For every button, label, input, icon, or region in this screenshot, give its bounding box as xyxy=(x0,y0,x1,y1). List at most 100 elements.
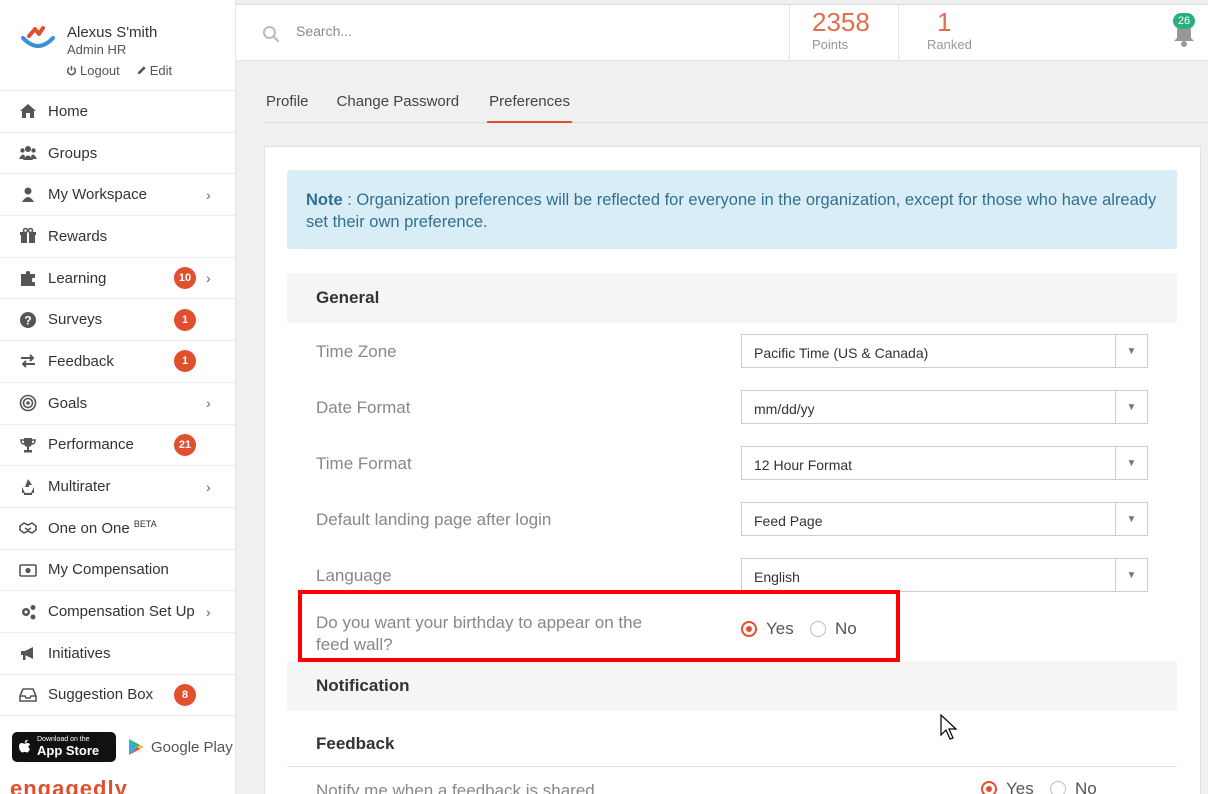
users-icon xyxy=(18,144,38,162)
sidebar-item-text: Learning xyxy=(48,269,107,287)
points-label: Points xyxy=(812,37,849,52)
sidebar-item-text: Suggestion Box xyxy=(48,686,154,704)
money-icon xyxy=(18,561,38,579)
time-zone-label: Time Zone xyxy=(316,342,397,361)
sidebar-item-goals[interactable]: Goals › xyxy=(0,383,235,425)
sidebar-item-label: Performance xyxy=(48,436,134,453)
search-input[interactable] xyxy=(296,23,696,39)
home-icon xyxy=(18,102,38,120)
chevron-right-icon: › xyxy=(206,270,211,287)
birthday-no-radio[interactable]: No xyxy=(810,619,857,639)
store-badges: Download on the App Store Google Play xyxy=(0,724,235,770)
sidebar-item-multirater[interactable]: Multirater › xyxy=(0,466,235,508)
birthday-no-label: No xyxy=(835,619,857,638)
google-play-button[interactable]: Google Play xyxy=(126,737,233,757)
search-icon xyxy=(263,26,280,43)
beta-tag: BETA xyxy=(133,519,157,530)
chevron-right-icon: › xyxy=(206,395,211,412)
caret-down-icon: ▼ xyxy=(1115,559,1147,591)
sidebar-item-text: Home xyxy=(48,102,89,120)
sidebar-item-compensation-set-up[interactable]: Compensation Set Up › xyxy=(0,591,235,633)
sidebar-item-surveys[interactable]: ? Surveys 1 xyxy=(0,299,235,342)
tab-preferences[interactable]: Preferences xyxy=(487,80,572,123)
sidebar-item-performance[interactable]: Performance 21 xyxy=(0,425,235,467)
target-icon xyxy=(18,394,38,412)
logout-link[interactable]: Logout xyxy=(66,63,120,78)
sidebar: Alexus S'mith Admin HR Logout Edit Home G… xyxy=(0,0,236,794)
note-text: : Organization preferences will be refle… xyxy=(306,191,1157,231)
feedback-yes-radio[interactable]: Yes xyxy=(981,779,1034,794)
edit-link[interactable]: Edit xyxy=(136,63,172,78)
time-format-value: 12 Hour Format xyxy=(754,457,853,473)
chevron-right-icon: › xyxy=(206,603,211,620)
sidebar-item-learning[interactable]: Learning 10 › xyxy=(0,258,235,300)
sidebar-item-label: Initiatives xyxy=(48,645,111,662)
sidebar-item-my-workspace[interactable]: My Workspace › xyxy=(0,174,235,217)
sidebar-item-label: Home xyxy=(48,103,88,120)
caret-down-icon: ▼ xyxy=(1115,335,1147,367)
date-format-value: mm/dd/yy xyxy=(754,401,815,417)
apple-icon xyxy=(19,739,31,753)
info-note: Note : Organization preferences will be … xyxy=(287,170,1177,249)
sidebar-item-text: Multirater xyxy=(48,478,111,496)
sidebar-item-text: Performance xyxy=(48,436,134,454)
nav-list: Home Groups My Workspace › Rewards Learning 10… xyxy=(0,91,235,717)
count-badge: 1 xyxy=(174,350,196,373)
birthday-label: Do you want your birthday to appear on t… xyxy=(316,612,642,656)
caret-down-icon: ▼ xyxy=(1115,391,1147,423)
landing-page-select[interactable]: Feed Page ▼ xyxy=(741,502,1148,536)
general-section-header: General xyxy=(287,273,1177,323)
sidebar-item-groups[interactable]: Groups xyxy=(0,133,235,175)
mouse-cursor-icon xyxy=(940,714,958,740)
chevron-right-icon: › xyxy=(206,186,211,203)
sidebar-item-initiatives[interactable]: Initiatives xyxy=(0,633,235,675)
feedback-no-label: No xyxy=(1075,779,1097,794)
birthday-yes-radio[interactable]: Yes xyxy=(741,619,794,639)
app-store-button[interactable]: Download on the App Store xyxy=(12,732,116,762)
sidebar-item-home[interactable]: Home xyxy=(0,91,235,133)
sidebar-item-label: Compensation Set Up xyxy=(48,603,195,620)
time-format-label: Time Format xyxy=(316,454,412,473)
inbox-icon xyxy=(18,686,38,704)
tab-profile[interactable]: Profile xyxy=(266,80,309,123)
sidebar-item-text: Surveys xyxy=(48,311,103,329)
ranked-value: 1 xyxy=(937,7,952,37)
svg-text:?: ? xyxy=(24,313,31,327)
time-zone-select[interactable]: Pacific Time (US & Canada) ▼ xyxy=(741,334,1148,368)
sidebar-item-label: Goals xyxy=(48,395,87,412)
sidebar-item-text: Goals xyxy=(48,394,88,412)
radio-selected-icon xyxy=(741,621,757,637)
language-select[interactable]: English ▼ xyxy=(741,558,1148,592)
user-name: Alexus S'mith xyxy=(67,24,158,41)
radio-unselected-icon xyxy=(1050,781,1066,794)
chevron-right-icon: › xyxy=(206,478,211,495)
language-label: Language xyxy=(316,566,392,585)
sidebar-item-feedback[interactable]: Feedback 1 xyxy=(0,341,235,383)
time-zone-value: Pacific Time (US & Canada) xyxy=(754,345,929,361)
feedback-no-radio[interactable]: No xyxy=(1050,779,1097,794)
sidebar-item-text: Groups xyxy=(48,144,98,162)
birthday-yes-label: Yes xyxy=(766,619,794,638)
sidebar-item-suggestion-box[interactable]: Suggestion Box 8 xyxy=(0,675,235,717)
google-play-icon xyxy=(129,739,144,755)
sidebar-item-label: My Workspace xyxy=(48,186,147,203)
count-badge: 1 xyxy=(174,308,196,331)
radio-selected-icon xyxy=(981,781,997,794)
radio-unselected-icon xyxy=(810,621,826,637)
sidebar-item-label: Feedback xyxy=(48,353,114,370)
tab-change-password[interactable]: Change Password xyxy=(337,80,460,123)
sidebar-item-rewards[interactable]: Rewards xyxy=(0,216,235,258)
sidebar-item-label: Surveys xyxy=(48,311,102,328)
points-stat[interactable]: 2358 Points xyxy=(789,5,898,61)
date-format-select[interactable]: mm/dd/yy ▼ xyxy=(741,390,1148,424)
gift-icon xyxy=(18,227,38,245)
exchange-icon xyxy=(18,352,38,370)
sidebar-item-label: One on One BETA xyxy=(48,519,157,537)
ranked-stat[interactable]: 1 Ranked xyxy=(898,5,1018,61)
handshake-icon xyxy=(18,519,38,537)
feedback-yes-label: Yes xyxy=(1006,779,1034,794)
sidebar-item-label: Multirater xyxy=(48,478,111,495)
time-format-select[interactable]: 12 Hour Format ▼ xyxy=(741,446,1148,480)
sidebar-item-my-compensation[interactable]: My Compensation xyxy=(0,550,235,592)
sidebar-item-one-on-one[interactable]: One on One BETA xyxy=(0,508,235,550)
